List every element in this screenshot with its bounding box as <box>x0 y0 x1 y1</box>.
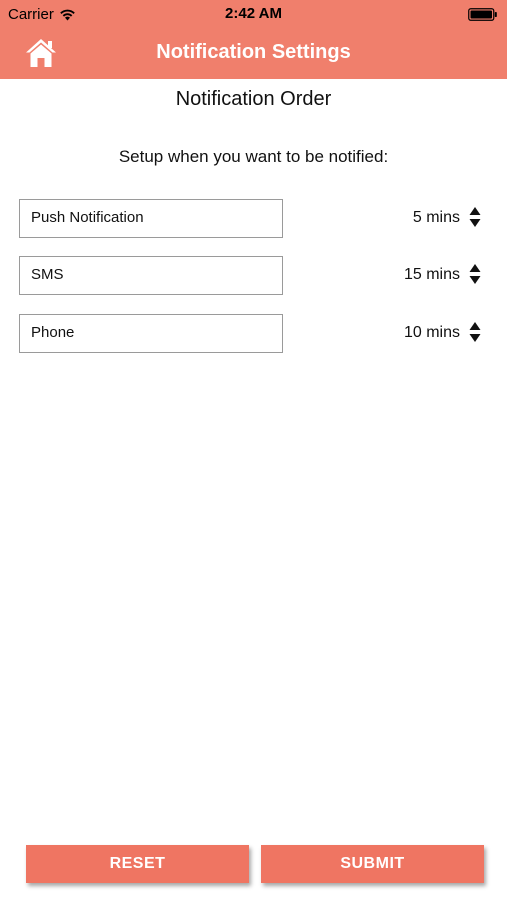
reset-button[interactable]: RESET <box>26 845 249 883</box>
page-title: Notification Settings <box>156 41 351 63</box>
notification-method-row: Phone 10 mins <box>19 314 484 354</box>
status-bar: Carrier 2:42 AM <box>0 0 507 28</box>
section-title: Notification Order <box>175 88 332 110</box>
method-field-sms[interactable]: SMS <box>19 256 283 295</box>
app-header: Carrier 2:42 AM Notification Settings <box>0 0 507 79</box>
nav-bar: Notification Settings <box>0 28 507 79</box>
method-time-sms[interactable]: 15 mins <box>404 266 460 284</box>
up-down-stepper-icon[interactable] <box>468 321 482 343</box>
up-down-stepper-icon[interactable] <box>468 206 482 228</box>
method-time-phone[interactable]: 10 mins <box>404 324 460 342</box>
up-down-stepper-icon[interactable] <box>468 263 482 285</box>
notification-settings-screen: Carrier 2:42 AM Notification Settings No… <box>0 0 507 900</box>
battery-icon <box>468 8 498 21</box>
method-field-phone[interactable]: Phone <box>19 314 283 353</box>
submit-button[interactable]: SUBMIT <box>261 845 484 883</box>
method-time-push[interactable]: 5 mins <box>413 209 460 227</box>
notification-method-row: Push Notification 5 mins <box>19 199 484 239</box>
instructions-text: Setup when you want to be notified: <box>118 147 389 166</box>
method-field-push[interactable]: Push Notification <box>19 199 283 238</box>
notification-method-row: SMS 15 mins <box>19 256 484 296</box>
status-time: 2:42 AM <box>225 5 282 22</box>
